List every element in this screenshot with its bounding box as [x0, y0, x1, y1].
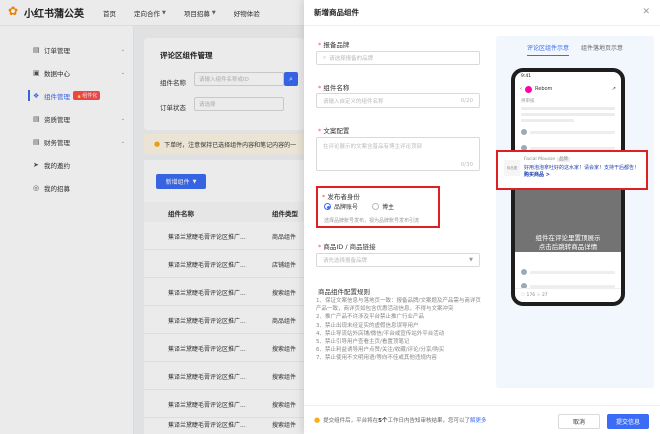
name-label: * 组件名称: [318, 82, 349, 92]
tab-landing-preview[interactable]: 组件落地页示意: [581, 43, 623, 56]
comment-component-card: 商品图 Facial Mousse 品牌 好用泡泡拿吐好的这水家！请会家！支持干后…: [496, 150, 648, 190]
back-arrow-icon: ‹: [520, 86, 522, 92]
rule-item: 4、禁止导流站外店铺/微信/平台或宣传站外平台活动: [316, 330, 445, 337]
rule-item: 7、禁止使用不文明用语/等向不佳或其他违规内容: [316, 355, 437, 362]
radio-brand-account-label[interactable]: 品牌账号: [334, 202, 358, 211]
rule-item: 3、禁止出现未经证实的虚假信息误导用户: [316, 322, 419, 329]
placeholder-line: [521, 113, 615, 116]
copy-char-count: 0/30: [460, 162, 473, 168]
role-hint: 选择品牌账号发布，视为品牌账号发布引流: [324, 218, 420, 224]
learn-more-link[interactable]: 解更多: [470, 416, 487, 424]
placeholder-line: [530, 270, 615, 274]
copy-label-text: 文案配置: [323, 127, 350, 135]
copy-placeholder: 在评论展示的文案含普品有博主评论顶部: [323, 144, 423, 150]
rule-item: 1、保证文案信息与落地页一致：报备品牌/文案题及产品需与商详页产品一致，商详页如…: [316, 298, 481, 313]
close-icon[interactable]: ✕: [642, 7, 650, 17]
role-label-text: 发布者身份: [327, 193, 360, 201]
phone-status-time: 9:41: [521, 74, 532, 79]
rules-list: 1、保证文案信息与落地页一致：报备品牌/文案题及产品需与商详页产品一致，商详页如…: [316, 297, 484, 363]
card-brand-name: Facial Mousse: [524, 157, 556, 162]
footer-tip-days: 5个: [378, 418, 388, 424]
search-icon: ⌕: [323, 54, 327, 61]
avatar: [525, 85, 532, 93]
product-label-text: 商品ID / 商品链接: [323, 243, 376, 251]
rule-item: 6、禁止利益诱导用户点赞/关注/收藏/评论/分享/购买: [316, 347, 445, 354]
footer-tip-prefix: 提交组件后，平台将在: [323, 418, 379, 424]
product-select[interactable]: 请先选择报备品牌 ▼: [316, 253, 480, 267]
product-thumbnail: 商品图: [504, 160, 520, 176]
preview-tabs: 评论区组件示意 组件落地页示意: [496, 43, 654, 56]
phone-header: ‹ Rebom ↗: [515, 82, 621, 96]
card-buy-link: 购买商品 >: [524, 171, 550, 178]
tab-comment-preview[interactable]: 评论区组件示意: [526, 43, 569, 56]
comment-placeholder: [521, 126, 615, 138]
chevron-down-icon: ▼: [469, 257, 473, 263]
comment-placeholder: [521, 266, 615, 278]
share-icon: ↗: [611, 86, 616, 92]
radio-blogger-label[interactable]: 博主: [382, 202, 394, 211]
explanation-text: 组件在评论里置顶展示 点击后跳转商品详情: [515, 234, 621, 252]
copy-textarea[interactable]: 在评论展示的文案含普品有博主评论顶部 0/30: [316, 137, 480, 171]
phone-username: Rebom: [535, 86, 553, 92]
name-label-text: 组件名称: [323, 84, 350, 92]
brand-label: * 报备品牌: [318, 39, 349, 49]
copy-label: * 文案配置: [318, 125, 349, 135]
product-label: * 商品ID / 商品链接: [318, 241, 376, 251]
footer-tip-suffix: 工作日内告知审核结果，您可以了: [387, 418, 470, 424]
avatar: [521, 269, 527, 275]
avatar: [521, 129, 527, 135]
card-copy: 好用泡泡拿吐好的这水家！请会家！支持干后都告！ 购买商品 >: [524, 165, 644, 178]
footer-tip: ● 提交组件后，平台将在 5个 工作日内告知审核结果，您可以了 解更多: [314, 416, 486, 424]
rules-title: 商品组件配置规则: [318, 288, 370, 296]
role-label: * 发布者身份: [322, 191, 360, 201]
card-brand-tag: 品牌: [557, 157, 571, 162]
brand-placeholder: 请选择报备的品牌: [329, 56, 374, 62]
name-placeholder: 请输入自定义的组件名称: [323, 98, 384, 105]
brand-label-text: 报备品牌: [323, 41, 350, 49]
phone-status-label: 待审核: [521, 99, 535, 104]
add-component-drawer: 新增商品组件 ✕ * 报备品牌 ⌕ 请选择报备的品牌 * 组件名称 请输入自定义…: [304, 0, 660, 434]
card-brand: Facial Mousse 品牌: [524, 156, 571, 162]
preview-panel: 评论区组件示意 组件落地页示意 9:41 ‹ Rebom ↗ 待审核 组件在评论…: [496, 36, 654, 388]
cancel-button[interactable]: 取消: [558, 414, 600, 429]
submit-button[interactable]: 提交信息: [607, 414, 649, 429]
explanation-overlay: 组件在评论里置顶展示 点击后跳转商品详情: [515, 190, 621, 252]
brand-select[interactable]: ⌕ 请选择报备的品牌: [316, 51, 480, 65]
explanation-line: 组件在评论里置顶展示: [535, 234, 601, 242]
product-placeholder: 请先选择报备品牌: [323, 258, 368, 264]
explanation-line: 点击后跳转商品详情: [538, 243, 598, 251]
radio-brand-account[interactable]: [324, 203, 331, 210]
rule-item: 5、禁止引导用户查看主页/看置顶笔记: [316, 339, 410, 346]
radio-blogger[interactable]: [372, 203, 380, 210]
name-char-count: 0/20: [460, 97, 473, 104]
info-icon: ●: [314, 416, 321, 424]
role-radio-group: 品牌账号 博主: [324, 202, 394, 211]
drawer-footer: ● 提交组件后，平台将在 5个 工作日内告知审核结果，您可以了 解更多 取消 提…: [304, 405, 660, 434]
card-copy-text: 好用泡泡拿吐好的这水家！请会家！支持干后都告！: [524, 165, 640, 171]
phone-action-bar: ♡ 176 ☆ 27: [515, 288, 621, 302]
component-name-input[interactable]: 请输入自定义的组件名称 0/20: [316, 93, 480, 108]
placeholder-line: [521, 119, 574, 122]
drawer-header: 新增商品组件 ✕: [304, 0, 660, 26]
rule-item: 2、推广产品不许涉及平台禁止推广行业产品: [316, 314, 425, 321]
placeholder-line: [530, 130, 615, 134]
placeholder-line: [521, 107, 615, 110]
publisher-role-group: * 发布者身份 品牌账号 博主 选择品牌账号发布，视为品牌账号发布引流: [316, 186, 440, 228]
drawer-title: 新增商品组件: [314, 8, 359, 17]
